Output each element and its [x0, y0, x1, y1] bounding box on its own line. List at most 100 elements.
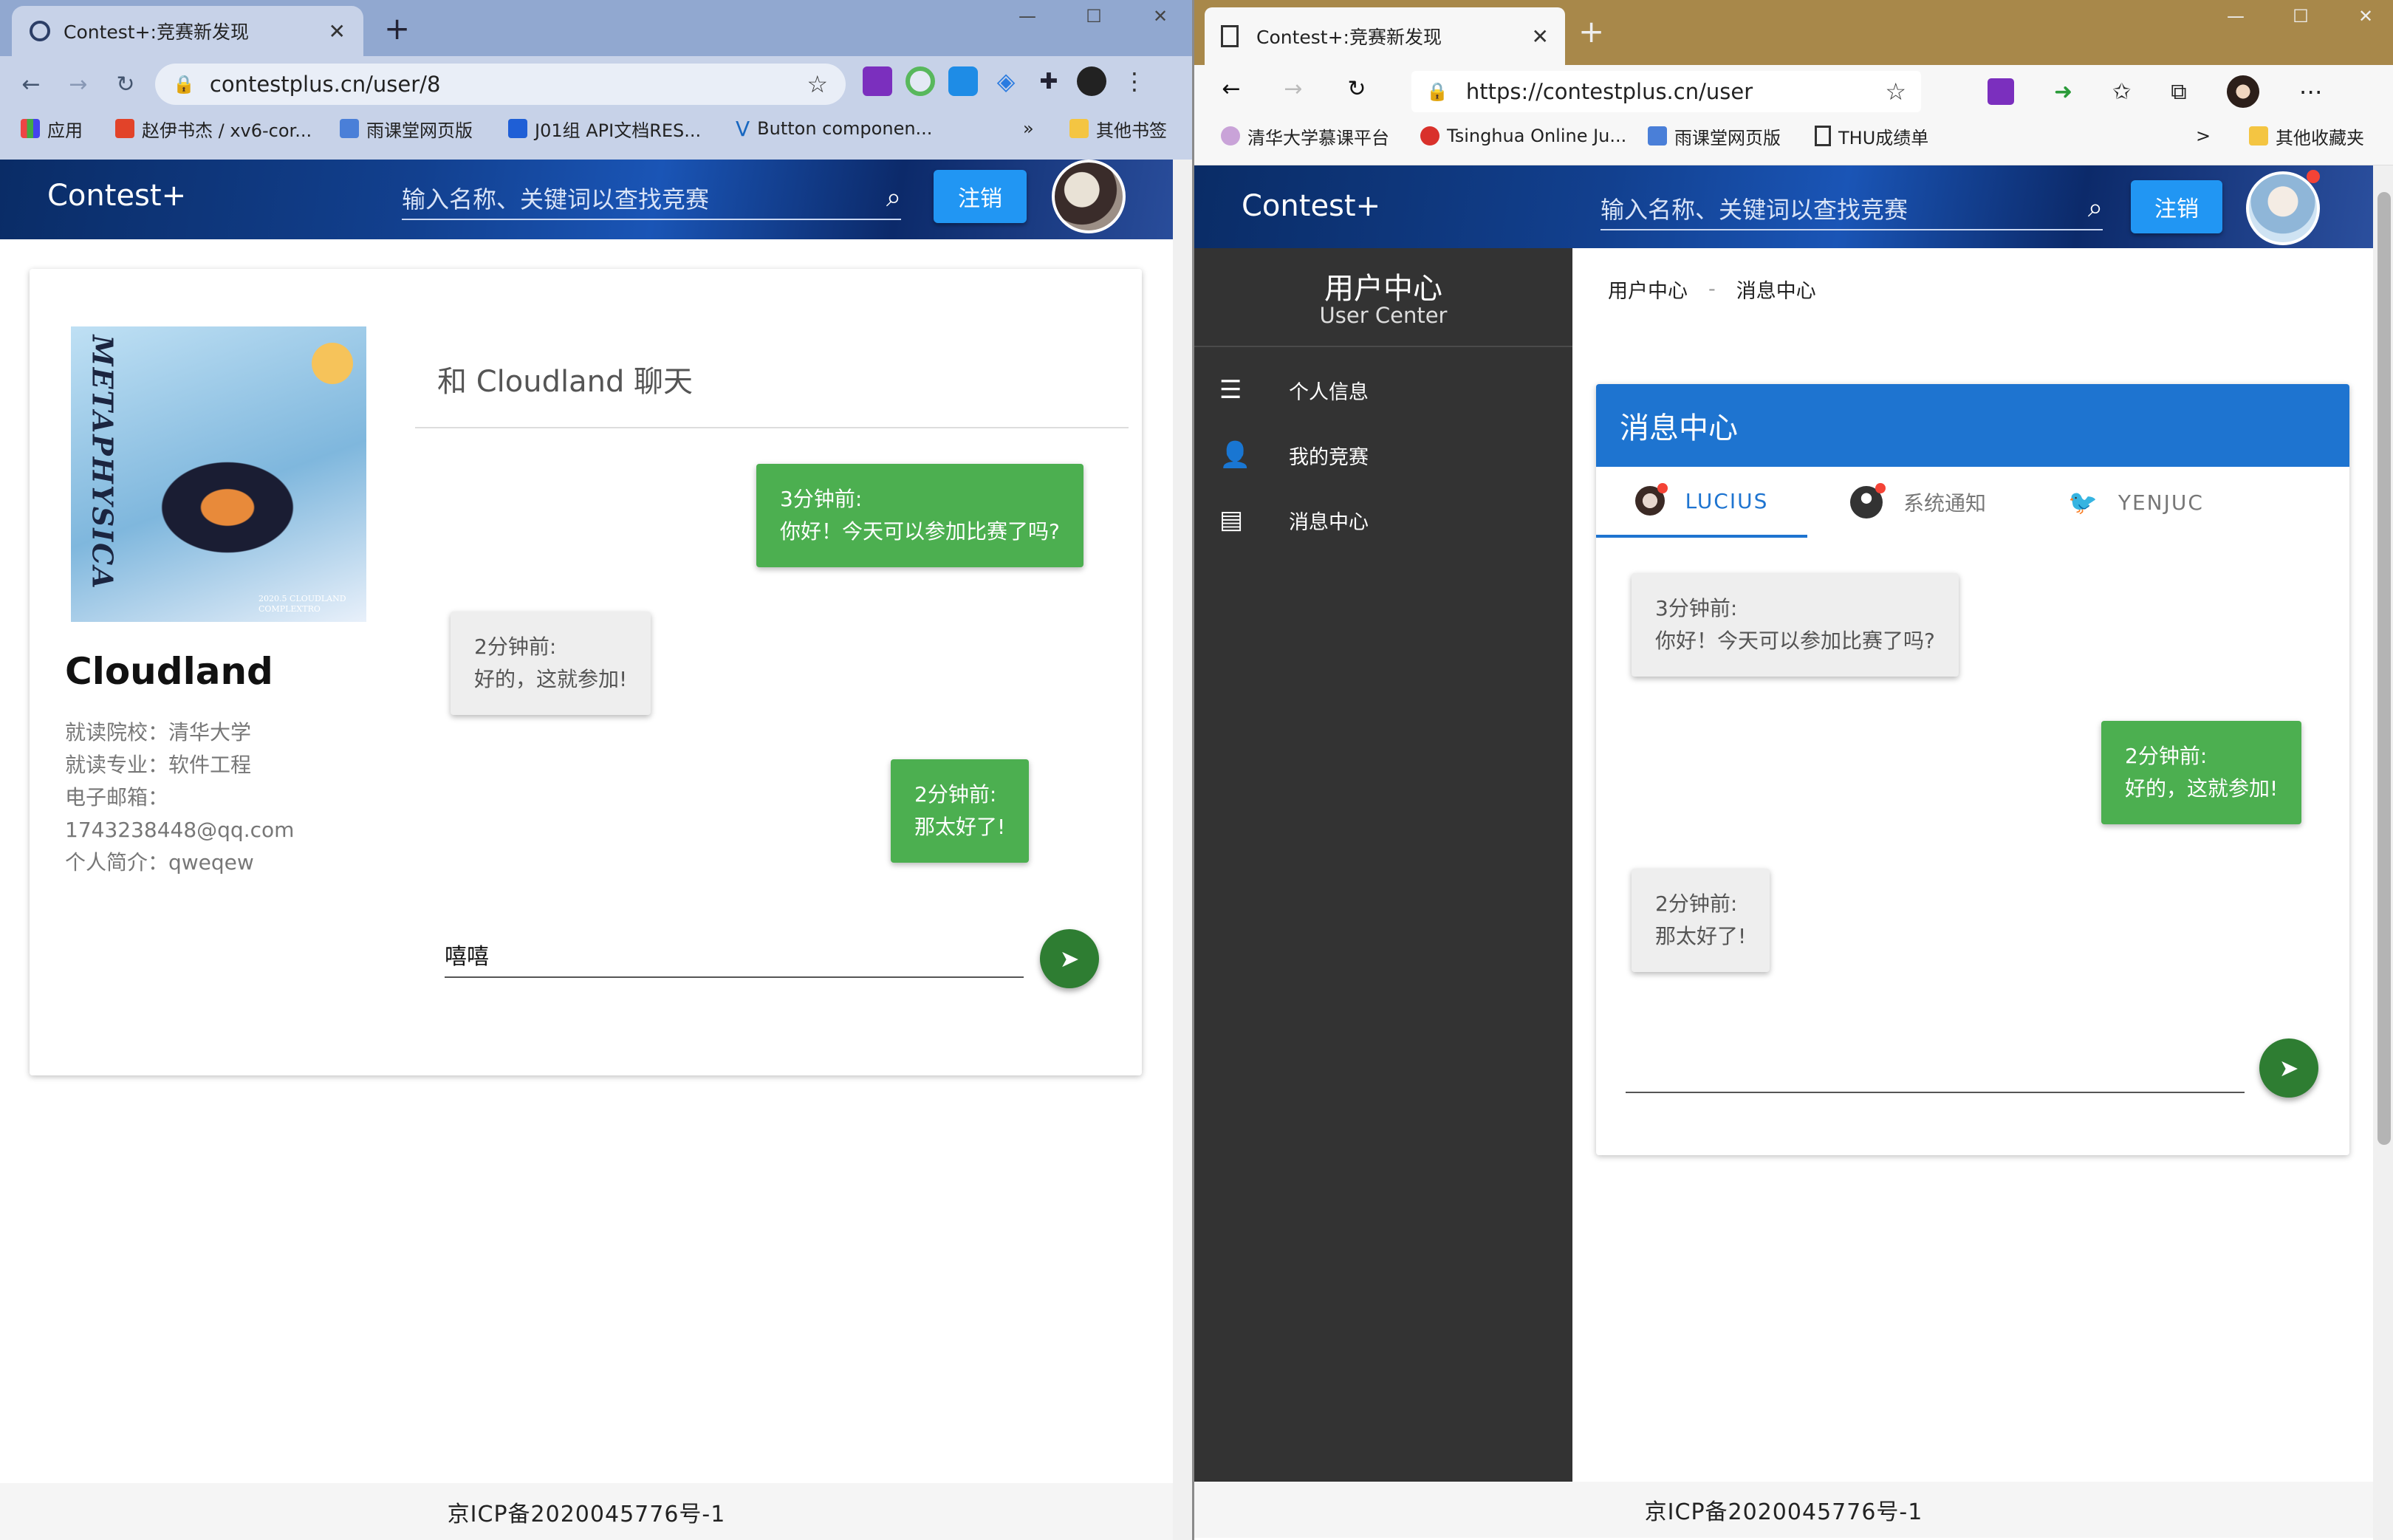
bookmark-yuketang[interactable]: 雨课堂网页版 — [340, 112, 473, 145]
tab-system[interactable]: 系统通知 — [1807, 467, 2029, 538]
bookmark-mooc[interactable]: 清华大学慕课平台 — [1221, 120, 1389, 152]
bookmark-grades[interactable]: THU成绩单 — [1815, 120, 1928, 152]
forward-icon[interactable]: → — [62, 68, 95, 100]
favorites-icon[interactable]: ✩ — [2112, 79, 2131, 105]
collections-icon[interactable]: ⧉ — [2171, 79, 2186, 105]
folder-icon — [2249, 126, 2268, 146]
tab-strip: Contest+:竞赛新发现 ✕ + — ☐ ✕ — [1194, 0, 2393, 65]
layers-icon[interactable]: ◈ — [991, 66, 1021, 96]
extensions: ◈ ✚ ⋮ — [863, 66, 1149, 96]
new-tab-button[interactable]: + — [384, 10, 410, 47]
profile-icon[interactable] — [1077, 66, 1106, 96]
bookmark-other[interactable]: 其他书签 — [1069, 112, 1167, 145]
arrow-ext-icon[interactable]: ➜ — [2054, 79, 2072, 105]
user-avatar[interactable] — [1052, 160, 1126, 233]
bookmark-oj[interactable]: Tsinghua Online Ju... — [1420, 120, 1626, 152]
close-window-button[interactable]: ✕ — [1134, 0, 1187, 32]
bookmark-api-doc[interactable]: J01组 API文档RES... — [508, 112, 701, 145]
browser-tab[interactable]: Contest+:竞赛新发现 ✕ — [12, 6, 363, 56]
page-scrollbar[interactable] — [2373, 165, 2393, 1540]
address-bar[interactable]: 🔒 https://contestplus.cn/user ☆ — [1411, 71, 1921, 112]
person-check-icon: 👤 — [1219, 440, 1251, 470]
breadcrumb-separator: - — [1708, 278, 1716, 301]
bookmark-apps[interactable]: 应用 — [21, 112, 83, 145]
send-button[interactable]: ➤ — [1040, 929, 1099, 988]
maximize-button[interactable]: ☐ — [1067, 0, 1120, 32]
browser-tab[interactable]: Contest+:竞赛新发现 ✕ — [1205, 7, 1565, 65]
star-icon[interactable]: ☆ — [1885, 78, 1906, 106]
cover-caption: 2020.5 CLOUDLAND COMPLEXTRO — [259, 594, 346, 614]
profile-icon[interactable] — [2226, 75, 2259, 108]
onenote-icon[interactable] — [863, 66, 892, 96]
address-bar[interactable]: 🔒 contestplus.cn/user/8 ☆ — [155, 64, 846, 105]
email-label: 电子邮箱： — [65, 785, 169, 810]
reload-icon[interactable]: ↻ — [1341, 72, 1373, 105]
lock-icon: 🔒 — [1426, 81, 1448, 102]
page-scrollbar[interactable] — [1173, 160, 1192, 1540]
account-circle-icon — [1849, 483, 1886, 519]
search-icon[interactable]: ⌕ — [2088, 193, 2103, 224]
profile-name: Cloudland — [65, 650, 273, 693]
tab-lucius[interactable]: LUCIUS — [1596, 467, 1807, 538]
chat-title: 和 Cloudland 聊天 — [437, 365, 694, 399]
toolbar: ← → ↻ 🔒 contestplus.cn/user/8 ☆ ◈ ✚ ⋮ 应用… — [0, 56, 1192, 160]
close-window-button[interactable]: ✕ — [2339, 0, 2392, 32]
edge-window: Contest+:竞赛新发现 ✕ + — ☐ ✕ ← → ↻ 🔒 https:/… — [1192, 0, 2393, 1540]
puzzle-icon[interactable]: ✚ — [1034, 66, 1064, 96]
bookmark-button[interactable]: V Button componen... — [736, 112, 932, 145]
app-logo[interactable]: Contest+ — [47, 179, 186, 213]
url-text: https://contestplus.cn/user — [1465, 79, 1753, 104]
chat-input[interactable]: 嘻嘻 — [445, 932, 1024, 978]
app-logo[interactable]: Contest+ — [1242, 189, 1380, 223]
close-tab-icon[interactable]: ✕ — [329, 19, 346, 44]
search-icon[interactable]: ⌕ — [886, 182, 901, 213]
panel-header: 消息中心 — [1596, 384, 2349, 467]
user-avatar[interactable] — [2246, 171, 2320, 245]
minimize-button[interactable]: — — [2209, 0, 2262, 32]
lock-icon: 🔒 — [173, 74, 195, 95]
tab-strip: Contest+:竞赛新发现 ✕ + — ☐ ✕ — [0, 0, 1192, 56]
more-icon[interactable]: ⋯ — [2299, 78, 2323, 106]
star-icon[interactable]: ☆ — [807, 70, 828, 98]
message-input[interactable] — [1626, 1049, 2245, 1093]
bookmark-yuketang[interactable]: 雨课堂网页版 — [1648, 120, 1781, 152]
breadcrumb-root[interactable]: 用户中心 — [1608, 275, 1688, 304]
maximize-button[interactable]: ☐ — [2274, 0, 2327, 32]
minimize-button[interactable]: — — [1001, 0, 1054, 32]
cloud-icon[interactable] — [948, 66, 978, 96]
back-icon[interactable]: ← — [15, 68, 47, 100]
list-check-icon: ☰ — [1219, 375, 1242, 405]
message-bubble: 3分钟前: 你好！今天可以参加比赛了吗? — [756, 464, 1083, 567]
android-icon[interactable] — [905, 66, 935, 96]
logout-button[interactable]: 注销 — [2131, 180, 2222, 233]
email-text: 1743238448@qq.com — [65, 818, 295, 842]
bookmark-other[interactable]: 其他收藏夹 — [2249, 120, 2364, 152]
unread-dot — [1875, 483, 1886, 493]
search-input[interactable]: 输入名称、关键词以查找竞赛 ⌕ — [1601, 188, 2103, 230]
app-header: Contest+ 输入名称、关键词以查找竞赛 ⌕ 注销 — [1194, 165, 2373, 248]
bookmark-gitlab[interactable]: 赵伊书杰 / xv6-cor... — [115, 112, 312, 145]
profile-info: 就读院校：清华大学 就读专业：软件工程 电子邮箱： 1743238448@qq.… — [65, 716, 294, 879]
menu-icon[interactable]: ⋮ — [1120, 66, 1149, 96]
sidebar-item-contests[interactable]: 👤 我的竞赛 — [1219, 433, 1369, 477]
reload-icon[interactable]: ↻ — [109, 68, 142, 100]
onenote-icon[interactable] — [1988, 78, 2014, 105]
send-button[interactable]: ➤ — [2259, 1038, 2318, 1098]
new-tab-button[interactable]: + — [1578, 13, 1604, 49]
doc-icon — [508, 119, 527, 138]
search-input[interactable]: 输入名称、关键词以查找竞赛 ⌕ — [402, 177, 901, 220]
bookmark-more[interactable]: > — [2196, 120, 2211, 152]
tab-yenjuc[interactable]: 🐦 YENJUC — [2029, 467, 2243, 538]
forward-icon[interactable]: → — [1277, 72, 1310, 105]
cover-title: METAPHYSICA — [86, 335, 120, 590]
logout-button[interactable]: 注销 — [934, 170, 1027, 223]
apps-grid-icon — [21, 119, 40, 138]
back-icon[interactable]: ← — [1215, 72, 1247, 105]
sidebar-item-messages[interactable]: ▤ 消息中心 — [1219, 498, 1369, 542]
scrollbar-thumb[interactable] — [2377, 192, 2391, 1145]
tab-title: Contest+:竞赛新发现 — [1256, 27, 1442, 48]
close-tab-icon[interactable]: ✕ — [1532, 24, 1549, 49]
sidebar-subtitle: User Center — [1319, 303, 1448, 328]
sidebar-item-profile[interactable]: ☰ 个人信息 — [1219, 368, 1369, 412]
bookmark-more[interactable]: » — [1023, 112, 1034, 145]
